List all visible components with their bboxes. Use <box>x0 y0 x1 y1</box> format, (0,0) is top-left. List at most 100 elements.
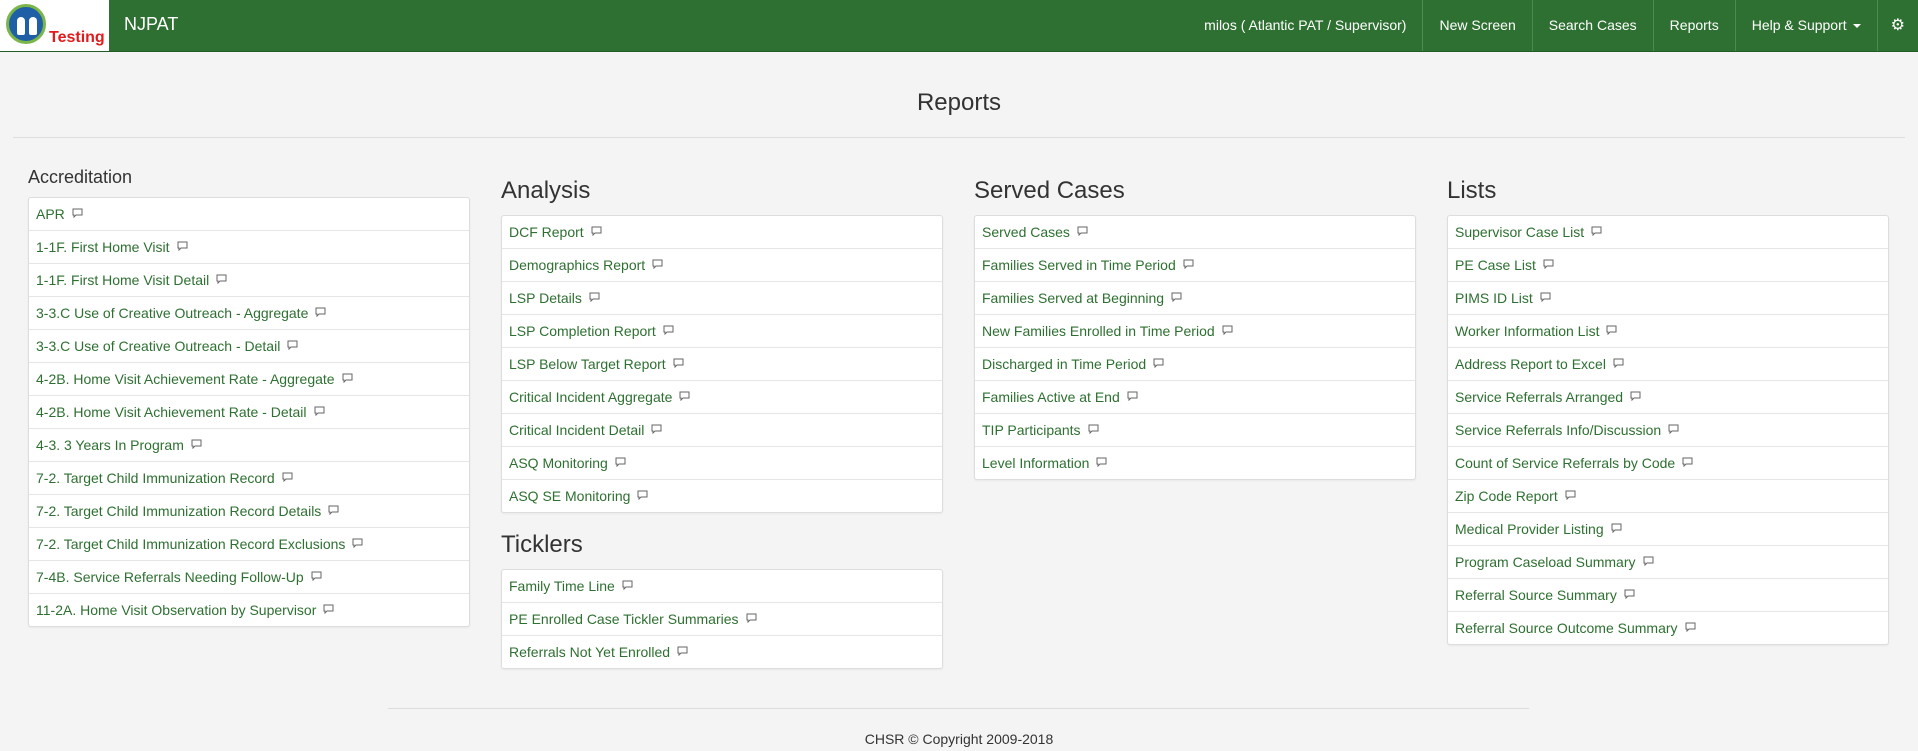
logo[interactable]: Testing <box>0 0 109 51</box>
comment-icon[interactable] <box>589 283 600 315</box>
report-link[interactable]: 7-2. Target Child Immunization Record Ex… <box>29 527 469 560</box>
comment-icon[interactable] <box>1606 316 1617 348</box>
comment-icon[interactable] <box>177 232 188 264</box>
report-link[interactable]: LSP Below Target Report <box>502 347 942 380</box>
comment-icon[interactable] <box>1565 481 1576 513</box>
search-cases-link[interactable]: Search Cases <box>1531 0 1653 51</box>
comment-icon[interactable] <box>622 571 633 603</box>
comment-icon[interactable] <box>591 217 602 249</box>
comment-icon[interactable] <box>1668 415 1679 447</box>
report-link[interactable]: 1-1F. First Home Visit Detail <box>29 263 469 296</box>
report-link[interactable]: 11-2A. Home Visit Observation by Supervi… <box>29 593 469 626</box>
comment-icon[interactable] <box>328 496 339 528</box>
comment-icon[interactable] <box>1591 217 1602 249</box>
comment-icon[interactable] <box>1685 613 1696 645</box>
report-link[interactable]: Critical Incident Aggregate <box>502 380 942 413</box>
comment-icon[interactable] <box>1613 349 1624 381</box>
report-link[interactable]: Supervisor Case List <box>1448 216 1888 248</box>
comment-icon[interactable] <box>311 562 322 594</box>
comment-icon[interactable] <box>677 637 688 669</box>
report-link[interactable]: Served Cases <box>975 216 1415 248</box>
report-link[interactable]: Demographics Report <box>502 248 942 281</box>
comment-icon[interactable] <box>1624 580 1635 612</box>
report-link[interactable]: Referral Source Summary <box>1448 578 1888 611</box>
comment-icon[interactable] <box>1088 415 1099 447</box>
comment-icon[interactable] <box>315 298 326 330</box>
report-link[interactable]: PE Case List <box>1448 248 1888 281</box>
new-screen-link[interactable]: New Screen <box>1422 0 1531 51</box>
app-brand[interactable]: NJPAT <box>124 14 178 35</box>
comment-icon[interactable] <box>746 604 757 636</box>
comment-icon[interactable] <box>1096 448 1107 480</box>
report-link[interactable]: Level Information <box>975 446 1415 479</box>
report-link[interactable]: 4-2B. Home Visit Achievement Rate - Aggr… <box>29 362 469 395</box>
report-link[interactable]: 3-3.C Use of Creative Outreach - Detail <box>29 329 469 362</box>
comment-icon[interactable] <box>323 595 334 627</box>
comment-icon[interactable] <box>637 481 648 513</box>
comment-icon[interactable] <box>663 316 674 348</box>
report-link[interactable]: ASQ Monitoring <box>502 446 942 479</box>
report-link[interactable]: Program Caseload Summary <box>1448 545 1888 578</box>
comment-icon[interactable] <box>1630 382 1641 414</box>
comment-icon[interactable] <box>1183 250 1194 282</box>
report-link[interactable]: 4-2B. Home Visit Achievement Rate - Deta… <box>29 395 469 428</box>
report-link[interactable]: PIMS ID List <box>1448 281 1888 314</box>
report-link-label: Families Served at Beginning <box>982 290 1165 306</box>
comment-icon[interactable] <box>652 250 663 282</box>
comment-icon[interactable] <box>1543 250 1554 282</box>
report-link[interactable]: Service Referrals Arranged <box>1448 380 1888 413</box>
comment-icon[interactable] <box>615 448 626 480</box>
report-link[interactable]: LSP Completion Report <box>502 314 942 347</box>
help-support-dropdown[interactable]: Help & Support <box>1734 0 1877 51</box>
comment-icon[interactable] <box>1153 349 1164 381</box>
report-link[interactable]: DCF Report <box>502 216 942 248</box>
report-link[interactable]: LSP Details <box>502 281 942 314</box>
report-link[interactable]: New Families Enrolled in Time Period <box>975 314 1415 347</box>
gear-icon[interactable]: ⚙ <box>1876 0 1918 51</box>
comment-icon[interactable] <box>191 430 202 462</box>
comment-icon[interactable] <box>282 463 293 495</box>
report-link[interactable]: Family Time Line <box>502 570 942 602</box>
comment-icon[interactable] <box>1540 283 1551 315</box>
comment-icon[interactable] <box>352 529 363 561</box>
report-link[interactable]: 7-4B. Service Referrals Needing Follow-U… <box>29 560 469 593</box>
comment-icon[interactable] <box>1222 316 1233 348</box>
report-link[interactable]: Count of Service Referrals by Code <box>1448 446 1888 479</box>
comment-icon[interactable] <box>1611 514 1622 546</box>
report-link[interactable]: Families Served at Beginning <box>975 281 1415 314</box>
report-link[interactable]: Families Served in Time Period <box>975 248 1415 281</box>
report-link[interactable]: 4-3. 3 Years In Program <box>29 428 469 461</box>
report-link[interactable]: Families Active at End <box>975 380 1415 413</box>
report-link[interactable]: 3-3.C Use of Creative Outreach - Aggrega… <box>29 296 469 329</box>
comment-icon[interactable] <box>1077 217 1088 249</box>
report-link[interactable]: Worker Information List <box>1448 314 1888 347</box>
comment-icon[interactable] <box>673 349 684 381</box>
report-link[interactable]: ASQ SE Monitoring <box>502 479 942 512</box>
report-link[interactable]: 7-2. Target Child Immunization Record <box>29 461 469 494</box>
report-link[interactable]: Discharged in Time Period <box>975 347 1415 380</box>
comment-icon[interactable] <box>1171 283 1182 315</box>
comment-icon[interactable] <box>1682 448 1693 480</box>
report-link[interactable]: APR <box>29 198 469 230</box>
report-link[interactable]: Address Report to Excel <box>1448 347 1888 380</box>
comment-icon[interactable] <box>342 364 353 396</box>
comment-icon[interactable] <box>287 331 298 363</box>
report-link[interactable]: Zip Code Report <box>1448 479 1888 512</box>
comment-icon[interactable] <box>1127 382 1138 414</box>
comment-icon[interactable] <box>651 415 662 447</box>
comment-icon[interactable] <box>1643 547 1654 579</box>
comment-icon[interactable] <box>216 265 227 297</box>
report-link[interactable]: Referral Source Outcome Summary <box>1448 611 1888 644</box>
report-link[interactable]: 7-2. Target Child Immunization Record De… <box>29 494 469 527</box>
report-link[interactable]: Service Referrals Info/Discussion <box>1448 413 1888 446</box>
report-link[interactable]: Critical Incident Detail <box>502 413 942 446</box>
comment-icon[interactable] <box>72 199 83 231</box>
report-link[interactable]: Referrals Not Yet Enrolled <box>502 635 942 668</box>
report-link[interactable]: 1-1F. First Home Visit <box>29 230 469 263</box>
report-link[interactable]: Medical Provider Listing <box>1448 512 1888 545</box>
comment-icon[interactable] <box>314 397 325 429</box>
comment-icon[interactable] <box>679 382 690 414</box>
reports-link[interactable]: Reports <box>1652 0 1735 51</box>
report-link[interactable]: TIP Participants <box>975 413 1415 446</box>
report-link[interactable]: PE Enrolled Case Tickler Summaries <box>502 602 942 635</box>
